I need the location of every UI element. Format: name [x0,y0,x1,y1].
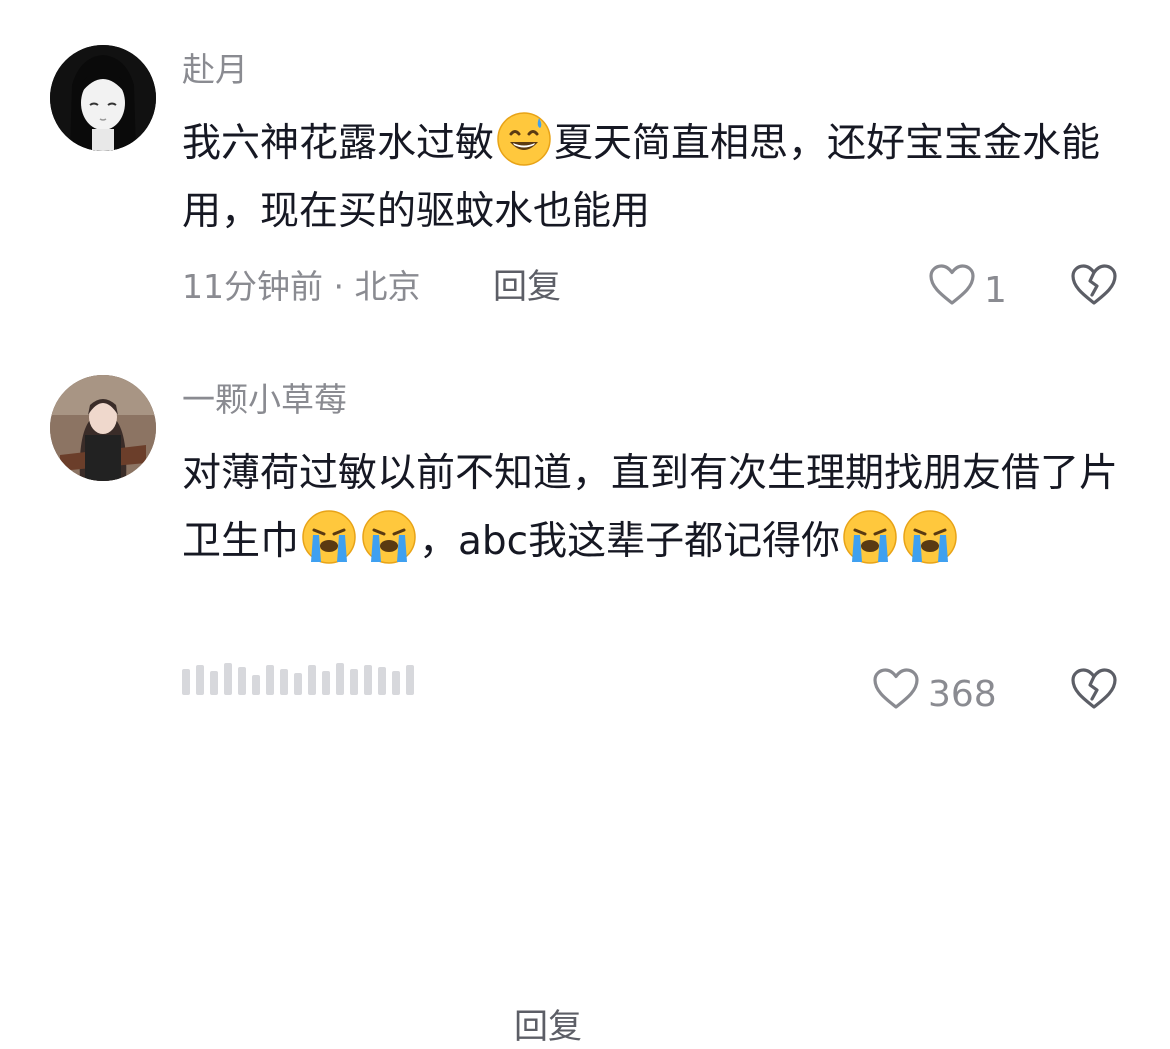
like-button[interactable]: 368 [872,667,997,722]
avatar[interactable] [50,375,156,481]
loudly-crying-emoji [841,508,899,566]
broken-heart-icon [1070,668,1118,715]
smile-sweat-emoji [495,110,553,168]
comment-text-part: ，abc我这辈子都记得你 [419,519,841,564]
comment-text: 对薄荷过敏以前不知道，直到有次生理期找朋友借了片卫生巾 ，abc我这辈子都记得你 [182,440,1122,576]
comment-username[interactable]: 一颗小草莓 [182,380,347,420]
loudly-crying-emoji [360,508,418,566]
dislike-button[interactable] [1070,263,1118,311]
avatar[interactable] [50,45,156,151]
heart-outline-icon [928,263,976,318]
like-button[interactable]: 1 [928,263,1007,318]
loudly-crying-emoji [300,508,358,566]
dislike-button[interactable] [1070,667,1118,715]
heart-outline-icon [872,667,920,722]
like-count: 368 [928,673,997,715]
like-count: 1 [984,269,1007,311]
reply-button[interactable]: 回复 [493,265,561,309]
comment-username[interactable]: 赴月 [182,50,248,90]
loudly-crying-emoji [901,508,959,566]
comment-timestamp-location: 11分钟前 · 北京 [182,267,421,306]
comment-text: 我六神花露水过敏 夏天简直相思，还好宝宝金水能用，现在买的驱蚊水也能用 [182,110,1122,246]
reply-button[interactable]: 回复 [514,1005,582,1049]
comment-text-part: 我六神花露水过敏 [182,121,495,166]
comment-timestamp-location [182,663,414,695]
broken-heart-icon [1070,264,1118,311]
